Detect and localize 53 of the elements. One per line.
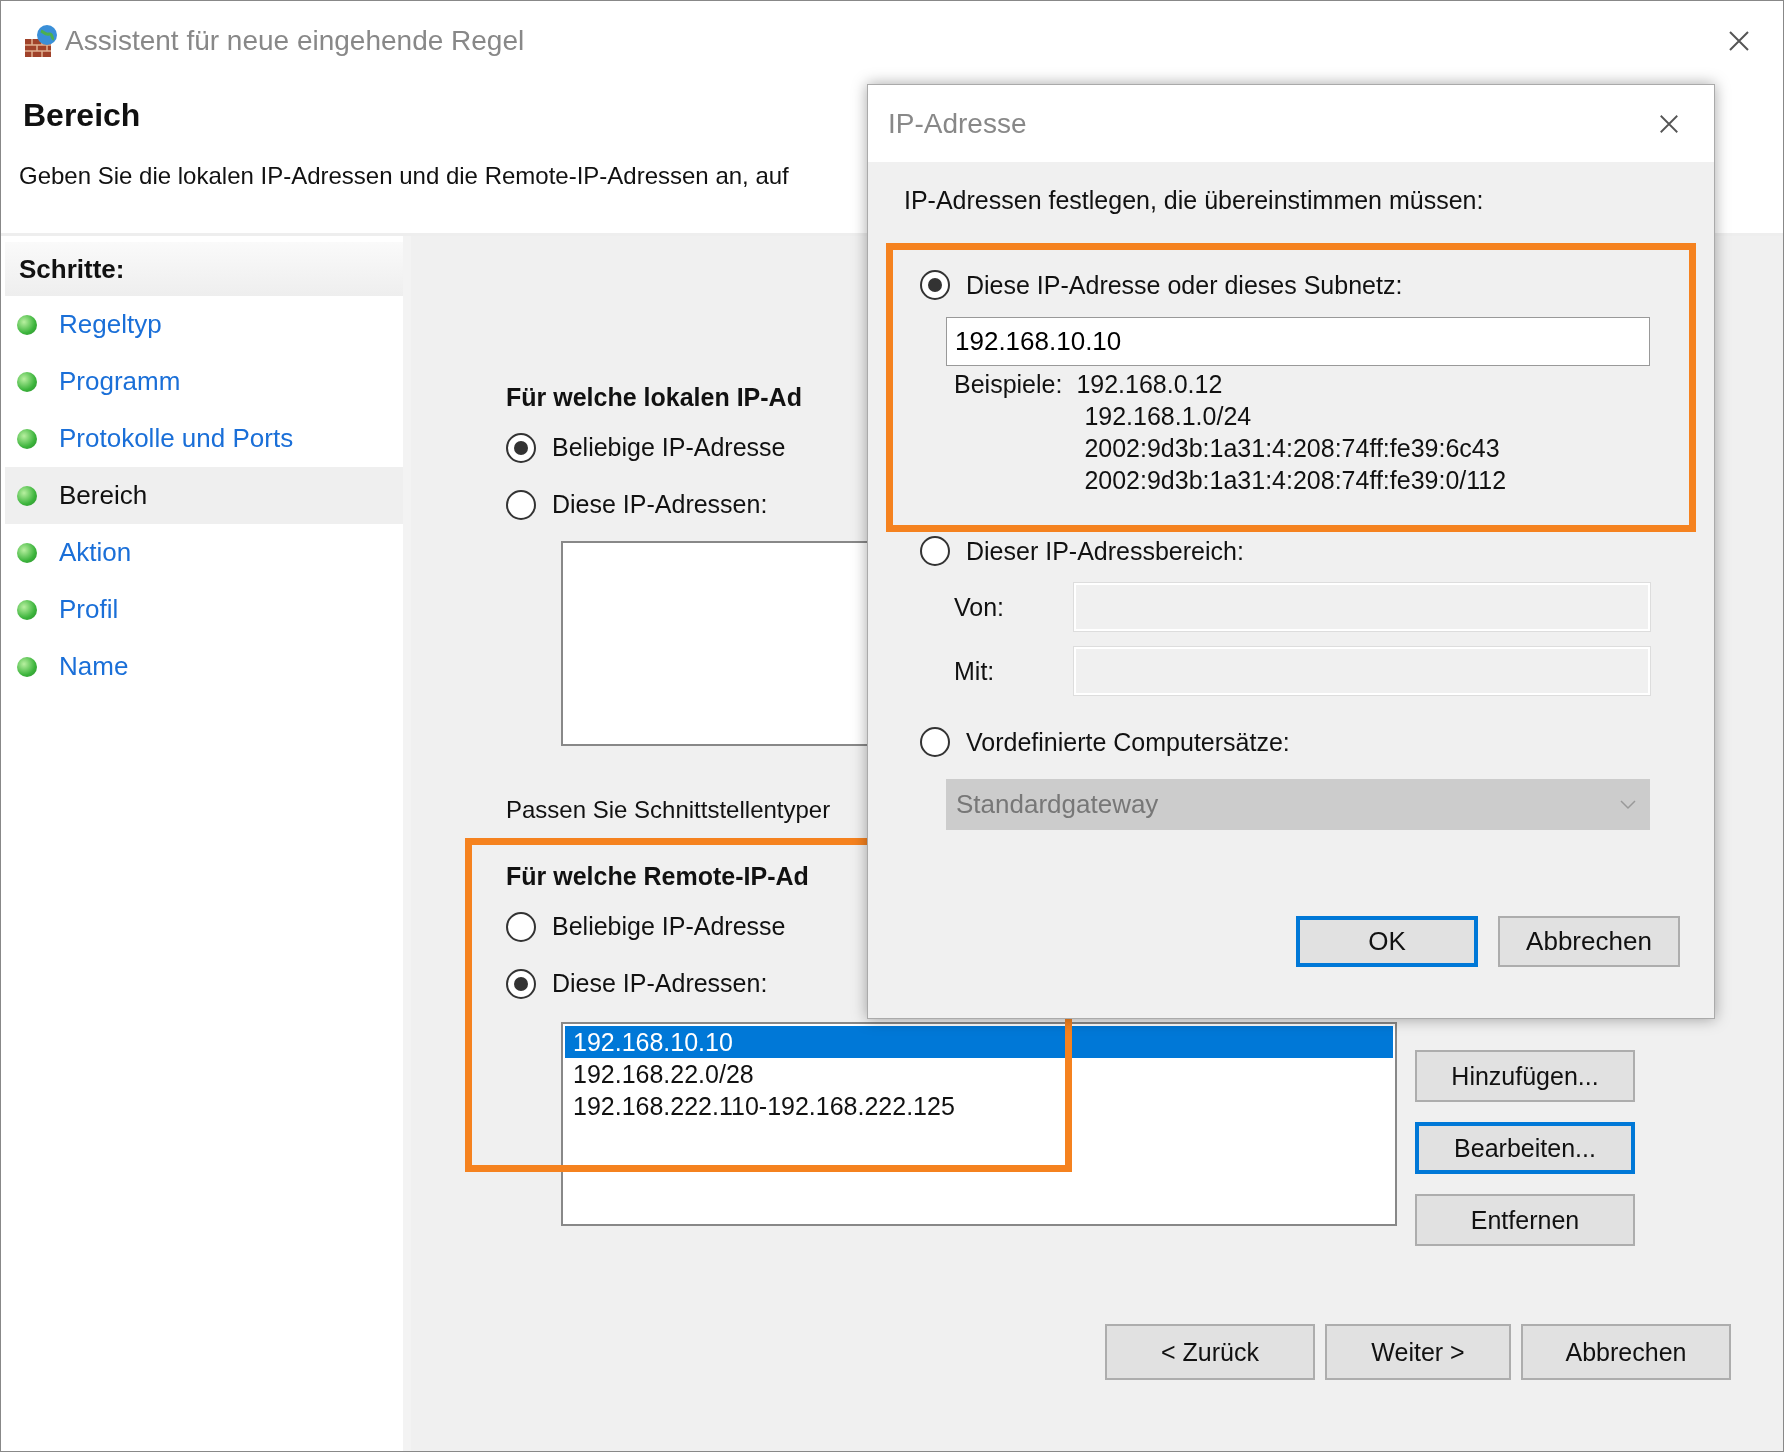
close-icon[interactable] bbox=[1727, 29, 1751, 53]
dialog-button[interactable]: Abbrechen bbox=[1498, 916, 1680, 967]
wizard-button[interactable]: Abbrechen bbox=[1521, 1324, 1731, 1380]
radio-option[interactable]: Beliebige IP-Adresse bbox=[506, 898, 786, 955]
examples-label: Beispiele: bbox=[954, 370, 1063, 400]
step-item[interactable]: Regeltyp bbox=[5, 296, 403, 353]
ip-input-field[interactable]: 192.168.10.10 bbox=[946, 317, 1650, 366]
list-action-button[interactable]: Entfernen bbox=[1415, 1194, 1635, 1246]
address-item[interactable]: 192.168.10.10 bbox=[565, 1026, 1393, 1058]
radio-option[interactable]: Vordefinierte Computersätze: bbox=[920, 724, 1290, 760]
wizard-button[interactable]: Weiter > bbox=[1325, 1324, 1511, 1380]
status-dot-icon bbox=[17, 314, 37, 335]
interface-text: Passen Sie Schnittstellentyper bbox=[506, 796, 831, 825]
example-text: 2002:9d3b:1a31:4:208:74ff:fe39:6c43 bbox=[1084, 434, 1501, 464]
firewall-icon bbox=[23, 23, 59, 59]
example-text: 2002:9d3b:1a31:4:208:74ff:fe39:0/112 bbox=[1084, 466, 1507, 496]
step-item[interactable]: Protokolle und Ports bbox=[5, 410, 403, 467]
radio-option[interactable]: Diese IP-Adressen: bbox=[506, 955, 768, 1012]
field-label: Mit: bbox=[954, 656, 996, 686]
page-title: Bereich bbox=[23, 97, 141, 134]
dialog-title: IP-Adresse bbox=[888, 107, 1027, 140]
section-heading: Für welche Remote-IP-Ad bbox=[506, 862, 809, 892]
steps-heading: Schritte: bbox=[5, 242, 403, 296]
step-item[interactable]: Bereich bbox=[5, 467, 403, 524]
chevron-down-icon bbox=[1620, 799, 1636, 810]
status-dot-icon bbox=[17, 542, 37, 563]
step-item[interactable]: Aktion bbox=[5, 524, 403, 581]
radio-option[interactable]: Beliebige IP-Adresse bbox=[506, 419, 786, 476]
address-item[interactable]: 192.168.222.110-192.168.222.125 bbox=[565, 1090, 1393, 1122]
status-dot-icon bbox=[17, 485, 37, 506]
step-item[interactable]: Name bbox=[5, 638, 403, 695]
dialog-prompt: IP-Adressen festlegen, die übereinstimmen müssen: bbox=[904, 186, 1484, 216]
step-item[interactable]: Programm bbox=[5, 353, 403, 410]
status-dot-icon bbox=[17, 599, 37, 620]
list-action-button[interactable]: Hinzufügen... bbox=[1415, 1050, 1635, 1102]
dialog-button[interactable]: OK bbox=[1296, 916, 1478, 967]
step-item[interactable]: Profil bbox=[5, 581, 403, 638]
radio-option[interactable]: Diese IP-Adressen: bbox=[506, 476, 768, 533]
radio-option[interactable]: Dieser IP-Adressbereich: bbox=[920, 533, 1244, 569]
list-action-button[interactable]: Bearbeiten... bbox=[1415, 1122, 1635, 1174]
status-dot-icon bbox=[17, 656, 37, 677]
radio-option[interactable]: Diese IP-Adresse oder dieses Subnetz: bbox=[920, 267, 1403, 303]
status-dot-icon bbox=[17, 428, 37, 449]
status-dot-icon bbox=[17, 371, 37, 392]
wizard-button[interactable]: < Zurück bbox=[1105, 1324, 1315, 1380]
close-icon[interactable] bbox=[1658, 112, 1680, 135]
section-heading: Für welche lokalen IP-Ad bbox=[506, 383, 802, 413]
field-label: Von: bbox=[954, 592, 1006, 622]
window-title: Assistent für neue eingehende Regel bbox=[65, 25, 525, 57]
address-item[interactable]: 192.168.22.0/28 bbox=[565, 1058, 1393, 1090]
example-text: 192.168.1.0/24 bbox=[1084, 402, 1253, 432]
example-text: 192.168.0.12 bbox=[1076, 370, 1224, 400]
page-description: Geben Sie die lokalen IP-Adressen und die Remote-IP-Adressen an, auf bbox=[19, 162, 789, 190]
